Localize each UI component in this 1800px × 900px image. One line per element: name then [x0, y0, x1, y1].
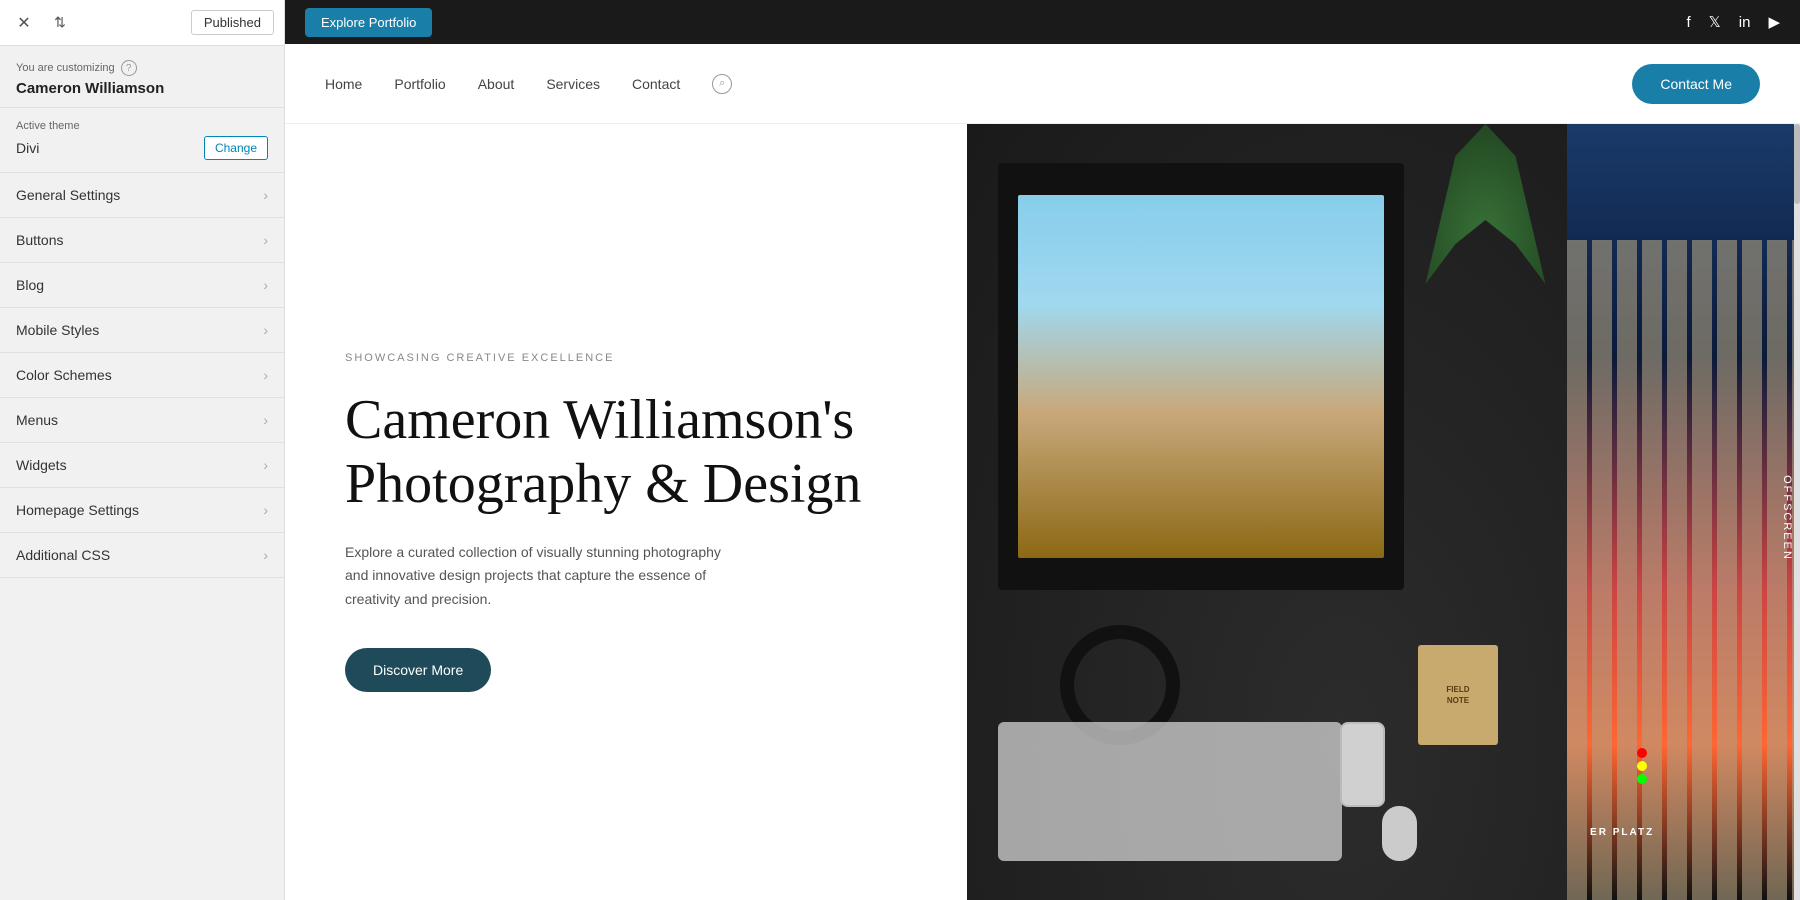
sidebar-item-color-schemes[interactable]: Color Schemes ›	[0, 353, 284, 398]
nav-link-services[interactable]: Services	[546, 76, 600, 92]
offscreen-label: Offscreen	[1781, 475, 1793, 561]
hero-subtitle: SHOWCASING CREATIVE EXCELLENCE	[345, 352, 907, 364]
city-photo: Offscreen ER PLATZ	[1567, 124, 1800, 900]
mouse-prop	[1382, 806, 1417, 861]
city-buildings	[1567, 240, 1800, 900]
notebook-text: FIELDNOTE	[1446, 684, 1469, 706]
scrollbar-track	[1794, 124, 1800, 900]
help-icon[interactable]: ?	[121, 60, 137, 76]
sidebar-item-additional-css[interactable]: Additional CSS ›	[0, 533, 284, 578]
phone-prop	[1340, 722, 1385, 807]
linkedin-icon[interactable]: in	[1739, 14, 1751, 31]
facebook-icon[interactable]: f	[1687, 14, 1691, 31]
chevron-right-icon: ›	[263, 457, 268, 473]
sidebar-item-general-settings[interactable]: General Settings ›	[0, 173, 284, 218]
site-topbar: Explore Portfolio f 𝕏 in ▶	[285, 0, 1800, 44]
theme-row: Divi Change	[16, 136, 268, 160]
nav-link-about[interactable]: About	[478, 76, 515, 92]
panel-topbar: ✕ ⇅ Published	[0, 0, 284, 46]
menu-item-label: Mobile Styles	[16, 322, 99, 338]
scrollbar-thumb[interactable]	[1794, 124, 1800, 204]
traffic-light	[1637, 748, 1647, 784]
hero-title: Cameron Williamson's Photography & Desig…	[345, 388, 907, 517]
contact-me-button[interactable]: Contact Me	[1632, 64, 1760, 104]
menu-item-label: Homepage Settings	[16, 502, 139, 518]
close-button[interactable]: ✕	[10, 9, 38, 37]
website-preview: Explore Portfolio f 𝕏 in ▶ Home Portfoli…	[285, 0, 1800, 900]
monitor-screen	[1018, 195, 1384, 558]
published-button[interactable]: Published	[191, 10, 274, 35]
chevron-right-icon: ›	[263, 367, 268, 383]
nav-links: Home Portfolio About Services Contact ⌕	[325, 74, 732, 94]
user-info-section: You are customizing ? Cameron Williamson	[0, 46, 284, 108]
keyboard-prop	[998, 722, 1342, 862]
menu-item-label: Color Schemes	[16, 367, 112, 383]
social-icons-group: f 𝕏 in ▶	[1687, 13, 1781, 31]
chevron-right-icon: ›	[263, 322, 268, 338]
customizer-panel: ✕ ⇅ Published You are customizing ? Came…	[0, 0, 285, 900]
menu-item-label: Menus	[16, 412, 58, 428]
sidebar-item-widgets[interactable]: Widgets ›	[0, 443, 284, 488]
site-name: Cameron Williamson	[16, 80, 268, 97]
desk-photo-inner: FIELDNOTE	[967, 124, 1592, 900]
chevron-right-icon: ›	[263, 412, 268, 428]
sidebar-item-menus[interactable]: Menus ›	[0, 398, 284, 443]
monitor	[998, 163, 1404, 590]
history-button[interactable]: ⇅	[46, 9, 74, 37]
twitter-icon[interactable]: 𝕏	[1709, 13, 1721, 31]
traffic-light-red	[1637, 748, 1647, 758]
sidebar-item-blog[interactable]: Blog ›	[0, 263, 284, 308]
menu-items-list: General Settings › Buttons › Blog › Mobi…	[0, 173, 284, 900]
er-platz-label: ER PLATZ	[1590, 827, 1654, 838]
menu-item-label: Blog	[16, 277, 44, 293]
chevron-right-icon: ›	[263, 277, 268, 293]
discover-more-button[interactable]: Discover More	[345, 648, 491, 692]
hero-text: SHOWCASING CREATIVE EXCELLENCE Cameron W…	[285, 124, 967, 900]
nav-link-portfolio[interactable]: Portfolio	[394, 76, 445, 92]
menu-item-label: Widgets	[16, 457, 67, 473]
active-theme-section: Active theme Divi Change	[0, 108, 284, 173]
traffic-light-yellow	[1637, 761, 1647, 771]
chevron-right-icon: ›	[263, 547, 268, 563]
search-icon[interactable]: ⌕	[712, 74, 732, 94]
desk-photo: FIELDNOTE	[967, 124, 1592, 900]
traffic-light-green	[1637, 774, 1647, 784]
theme-name: Divi	[16, 140, 39, 156]
menu-item-label: Additional CSS	[16, 547, 110, 563]
explore-portfolio-button[interactable]: Explore Portfolio	[305, 8, 432, 37]
menu-item-label: General Settings	[16, 187, 120, 203]
chevron-right-icon: ›	[263, 232, 268, 248]
sidebar-item-homepage-settings[interactable]: Homepage Settings ›	[0, 488, 284, 533]
nav-link-contact[interactable]: Contact	[632, 76, 680, 92]
chevron-right-icon: ›	[263, 502, 268, 518]
menu-item-label: Buttons	[16, 232, 63, 248]
hero-section: SHOWCASING CREATIVE EXCELLENCE Cameron W…	[285, 124, 1800, 900]
youtube-icon[interactable]: ▶	[1768, 13, 1780, 31]
sidebar-item-mobile-styles[interactable]: Mobile Styles ›	[0, 308, 284, 353]
nav-link-home[interactable]: Home	[325, 76, 362, 92]
chevron-right-icon: ›	[263, 187, 268, 203]
notebook-prop: FIELDNOTE	[1418, 645, 1498, 745]
plant-decoration	[1410, 124, 1560, 284]
active-theme-label: Active theme	[16, 120, 268, 132]
site-navbar: Home Portfolio About Services Contact ⌕ …	[285, 44, 1800, 124]
change-theme-button[interactable]: Change	[204, 136, 268, 160]
hero-image-collage: FIELDNOTE Offscreen	[967, 124, 1800, 900]
sidebar-item-buttons[interactable]: Buttons ›	[0, 218, 284, 263]
hero-description: Explore a curated collection of visually…	[345, 541, 745, 612]
customizing-label: You are customizing ?	[16, 60, 268, 76]
